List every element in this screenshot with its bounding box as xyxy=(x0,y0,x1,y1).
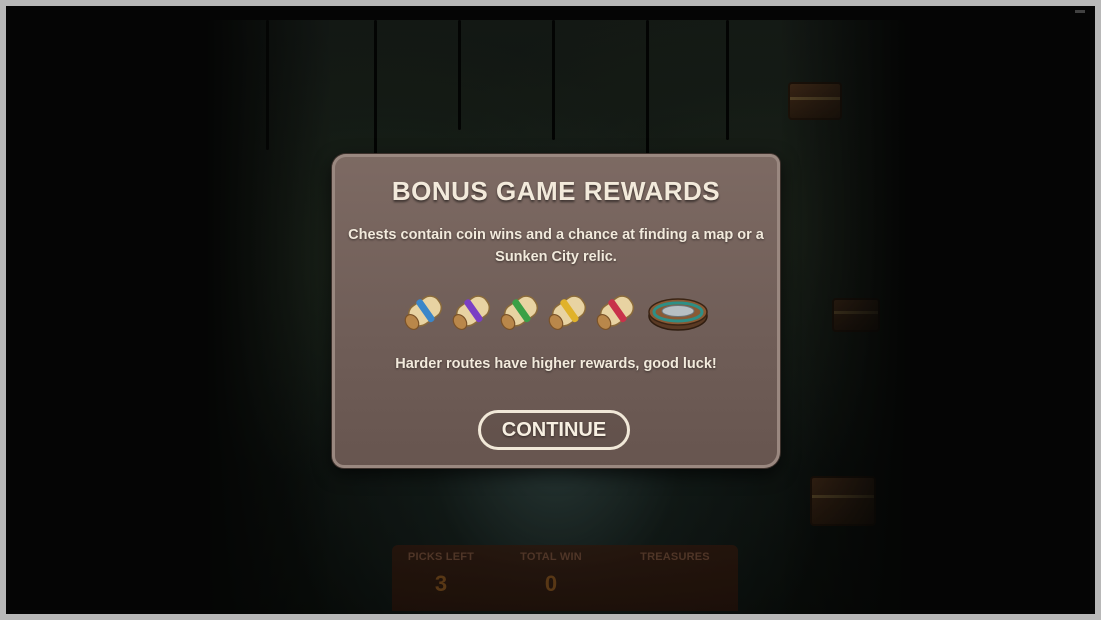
popup-title: BONUS GAME REWARDS xyxy=(391,176,721,206)
reward-icons-row xyxy=(332,282,780,342)
popup-hint: Harder routes have higher rewards, good … xyxy=(395,356,717,372)
sunken-city-relic-icon xyxy=(648,298,708,331)
map-scroll-icon xyxy=(404,295,443,331)
map-scroll-icon xyxy=(596,295,635,331)
map-scroll-icon xyxy=(500,295,539,331)
continue-button[interactable]: CONTINUE xyxy=(478,410,630,450)
bonus-rewards-popup: BONUS GAME REWARDS Chests contain coin w… xyxy=(332,154,780,468)
map-scroll-icon xyxy=(548,295,587,331)
popup-description: Chests contain coin wins and a chance at… xyxy=(348,227,764,265)
map-scroll-icon xyxy=(452,295,491,331)
